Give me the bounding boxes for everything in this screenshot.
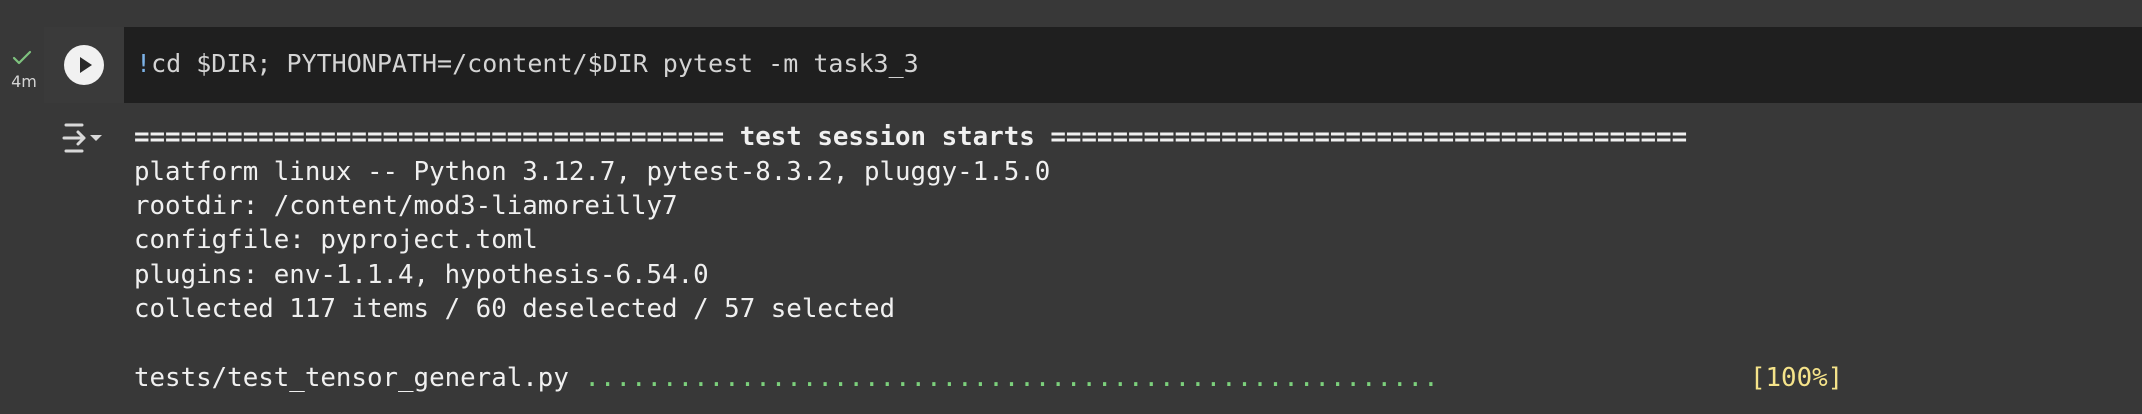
output-line-platform: platform linux -- Python 3.12.7, pytest-… [134,157,1051,187]
cell-output: ====================================== t… [44,103,2142,414]
run-cell-button[interactable] [64,45,104,85]
execution-time: 4m [11,72,37,91]
code-text: cd $DIR; PYTHONPATH=/content/$DIR pytest… [151,49,919,78]
session-header: ====================================== t… [134,122,1687,152]
test-dots: ........................................… [584,363,1439,393]
session-title: test session starts [724,122,1051,152]
check-icon [12,50,32,65]
test-percent: [100%] [1750,363,1844,393]
test-file: tests/test_tensor_general.py [134,363,585,393]
code-cell-input[interactable]: !cd $DIR; PYTHONPATH=/content/$DIR pytes… [44,27,2142,103]
session-rule-left: ====================================== [134,122,725,152]
shell-bang: ! [136,49,152,78]
play-icon [80,57,92,73]
code-line[interactable]: !cd $DIR; PYTHONPATH=/content/$DIR pytes… [136,49,919,78]
top-strip [0,0,2142,27]
test-result-line: tests/test_tensor_general.py ...........… [134,363,1843,393]
output-line-rootdir: rootdir: /content/mod3-liamoreilly7 [134,191,678,221]
run-strip [44,27,124,103]
output-line-collected: collected 117 items / 60 deselected / 57… [134,294,896,324]
output-toggle-icon[interactable] [62,121,106,155]
output-line-configfile: configfile: pyproject.toml [134,225,538,255]
output-line-plugins: plugins: env-1.1.4, hypothesis-6.54.0 [134,260,709,290]
session-rule-right: ========================================… [1050,122,1688,152]
